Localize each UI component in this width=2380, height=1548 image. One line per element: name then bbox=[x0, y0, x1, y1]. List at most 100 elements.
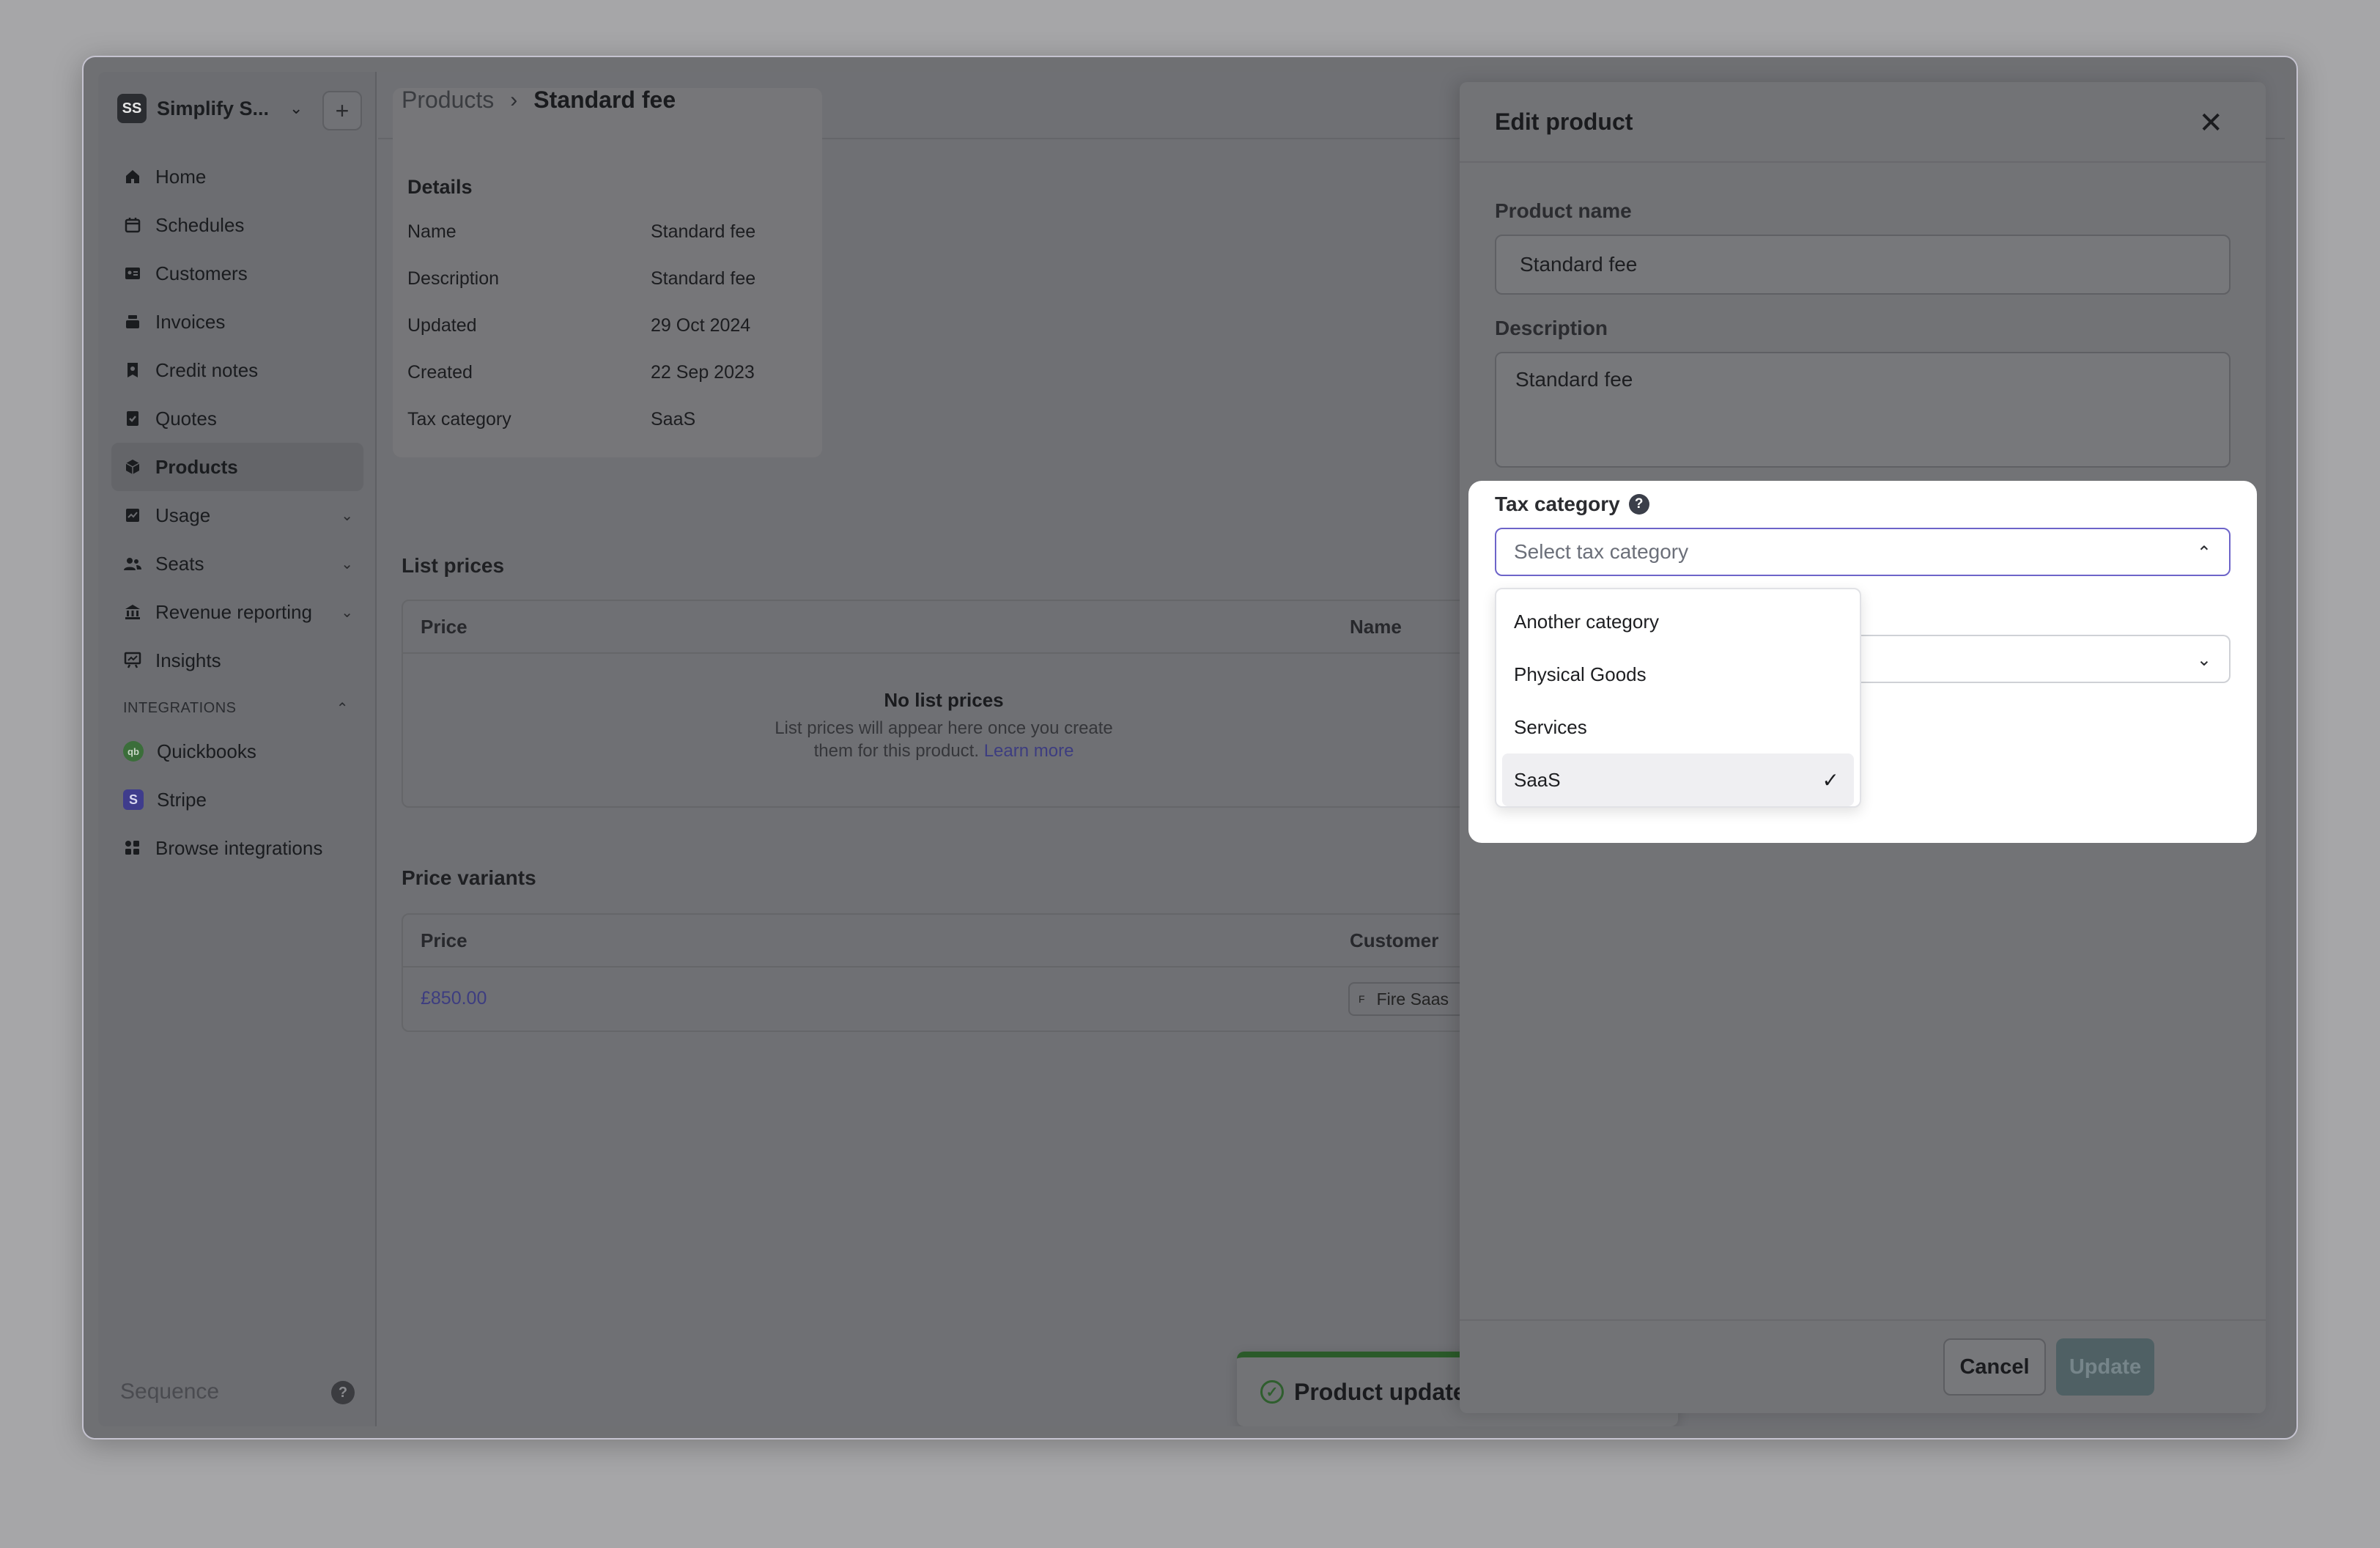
details-card: Details Name Standard fee Description Stan… bbox=[393, 88, 822, 457]
toast-message: Product updated bbox=[1294, 1378, 1481, 1405]
sidebar-item-label: Invoices bbox=[155, 310, 226, 333]
close-icon[interactable]: ✕ bbox=[2198, 108, 2223, 138]
sidebar-item-customers[interactable]: Customers bbox=[111, 249, 363, 298]
detail-row: Name Standard fee bbox=[407, 221, 818, 243]
sidebar-nav: Home Schedules Customers Invoices Credit… bbox=[111, 152, 363, 872]
sidebar-item-home[interactable]: Home bbox=[111, 152, 363, 201]
sidebar-item-browse-integrations[interactable]: Browse integrations bbox=[111, 824, 363, 872]
detail-row: Description Standard fee bbox=[407, 268, 818, 290]
table-header: Price Customer bbox=[403, 915, 1485, 968]
sidebar-item-schedules[interactable]: Schedules bbox=[111, 201, 363, 249]
sidebar-item-label: Products bbox=[155, 455, 238, 478]
users-icon bbox=[123, 554, 142, 573]
details-heading: Details bbox=[407, 176, 473, 198]
detail-row: Updated 29 Oct 2024 bbox=[407, 315, 818, 336]
tax-category-label: Tax category ? bbox=[1495, 493, 1649, 516]
breadcrumb-products-link[interactable]: Products bbox=[402, 86, 494, 114]
table-row[interactable]: £850.00 F Fire Saas bbox=[403, 968, 1485, 1031]
breadcrumb: Products › Standard fee bbox=[402, 86, 676, 114]
sidebar-item-invoices[interactable]: Invoices bbox=[111, 298, 363, 346]
dropdown-option[interactable]: Services bbox=[1502, 701, 1854, 753]
column-header-price: Price bbox=[421, 929, 468, 951]
integrations-heading: INTEGRATIONS bbox=[123, 699, 237, 716]
table-header: Price Name bbox=[403, 601, 1485, 654]
sidebar-item-insights[interactable]: Insights bbox=[111, 636, 363, 685]
dropdown-option[interactable]: Physical Goods bbox=[1502, 648, 1854, 701]
org-switcher[interactable]: SS Simplify S... ⌄ bbox=[117, 94, 303, 123]
sidebar-item-products[interactable]: Products bbox=[111, 443, 363, 491]
id-card-icon bbox=[123, 264, 142, 283]
dropdown-option[interactable]: Another category bbox=[1502, 595, 1854, 648]
calendar-icon bbox=[123, 215, 142, 235]
help-icon[interactable]: ? bbox=[1628, 494, 1649, 515]
customer-chip[interactable]: F Fire Saas bbox=[1348, 982, 1465, 1016]
sidebar-item-stripe[interactable]: S Stripe bbox=[111, 775, 363, 824]
option-label: SaaS bbox=[1514, 768, 1561, 791]
description-label: Description bbox=[1495, 317, 1608, 339]
brand-logo: Sequence bbox=[120, 1379, 220, 1404]
cube-icon bbox=[123, 457, 142, 476]
cancel-button[interactable]: Cancel bbox=[1943, 1338, 2046, 1396]
help-icon[interactable]: ? bbox=[331, 1381, 355, 1404]
org-badge: SS bbox=[117, 94, 147, 123]
detail-value: Standard fee bbox=[651, 268, 756, 289]
tax-category-label-text: Tax category bbox=[1495, 493, 1620, 515]
stack-icon bbox=[123, 312, 142, 331]
dropdown-option-selected[interactable]: SaaS ✓ bbox=[1502, 753, 1854, 806]
drawer-header: Edit product ✕ bbox=[1460, 82, 2266, 163]
sidebar-item-quickbooks[interactable]: qb Quickbooks bbox=[111, 727, 363, 775]
tax-category-dropdown: Another category Physical Goods Services… bbox=[1495, 588, 1861, 808]
sidebar-item-label: Stripe bbox=[157, 788, 207, 811]
sidebar-item-label: Seats bbox=[155, 552, 204, 575]
update-button[interactable]: Update bbox=[2056, 1338, 2154, 1396]
price-variants-heading: Price variants bbox=[402, 866, 536, 889]
detail-value: Standard fee bbox=[651, 221, 756, 242]
tax-category-placeholder: Select tax category bbox=[1514, 540, 1689, 563]
sidebar-item-label: Usage bbox=[155, 504, 211, 526]
tax-category-select[interactable]: Select tax category ⌃ bbox=[1495, 528, 2231, 576]
sidebar-item-label: Quotes bbox=[155, 407, 217, 430]
drawer-title: Edit product bbox=[1495, 108, 1633, 135]
customer-name: Fire Saas bbox=[1376, 989, 1449, 1009]
empty-state-title: No list prices bbox=[884, 689, 1004, 711]
sidebar-item-usage[interactable]: Usage ⌄ bbox=[111, 491, 363, 539]
sidebar-item-seats[interactable]: Seats ⌄ bbox=[111, 539, 363, 588]
page-title: Standard fee bbox=[533, 86, 676, 113]
org-name: Simplify S... bbox=[157, 97, 270, 119]
detail-key: Created bbox=[407, 362, 473, 383]
credit-note-icon bbox=[123, 361, 142, 380]
chart-icon bbox=[123, 651, 142, 670]
learn-more-link[interactable]: Learn more bbox=[984, 741, 1074, 761]
integrations-section-header[interactable]: INTEGRATIONS ⌃ bbox=[111, 689, 363, 727]
sidebar-item-label: Credit notes bbox=[155, 358, 259, 381]
sidebar-item-label: Schedules bbox=[155, 213, 245, 236]
sidebar-item-revenue-reporting[interactable]: Revenue reporting ⌄ bbox=[111, 588, 363, 636]
add-button[interactable]: + bbox=[322, 91, 362, 130]
sidebar-item-credit-notes[interactable]: Credit notes bbox=[111, 346, 363, 394]
product-name-input[interactable]: Standard fee bbox=[1495, 235, 2231, 295]
sidebar-item-label: Quickbooks bbox=[157, 740, 256, 762]
list-prices-table: Price Name No list prices List prices wi… bbox=[402, 600, 1486, 808]
empty-desc-line2: them for this product. bbox=[813, 741, 980, 762]
product-name-label: Product name bbox=[1495, 199, 1632, 222]
column-header-price: Price bbox=[421, 616, 468, 638]
price-link[interactable]: £850.00 bbox=[421, 988, 487, 1009]
price-variants-table: Price Customer £850.00 F Fire Saas bbox=[402, 913, 1486, 1032]
sidebar-item-quotes[interactable]: Quotes bbox=[111, 394, 363, 443]
sidebar-item-label: Revenue reporting bbox=[155, 600, 312, 623]
column-header-name: Name bbox=[1350, 616, 1402, 638]
description-textarea[interactable]: Standard fee bbox=[1495, 352, 2231, 468]
detail-key: Updated bbox=[407, 315, 477, 336]
column-header-customer: Customer bbox=[1350, 929, 1439, 951]
chevron-down-icon: ⌄ bbox=[341, 556, 353, 572]
sidebar: SS Simplify S... ⌄ + Home Schedules Cust… bbox=[98, 72, 377, 1426]
secondary-select[interactable]: ⌄ bbox=[1847, 635, 2231, 683]
chevron-up-icon: ⌃ bbox=[336, 700, 349, 717]
empty-desc-line1: List prices will appear here once you cr… bbox=[775, 718, 1113, 738]
chevron-down-icon: ⌄ bbox=[341, 507, 353, 524]
detail-row: Tax category SaaS bbox=[407, 409, 818, 430]
drawer-footer: Cancel Update bbox=[1460, 1319, 2266, 1413]
grid-icon bbox=[123, 838, 142, 858]
check-circle-icon: ✓ bbox=[1260, 1380, 1284, 1404]
sidebar-item-label: Customers bbox=[155, 262, 248, 284]
